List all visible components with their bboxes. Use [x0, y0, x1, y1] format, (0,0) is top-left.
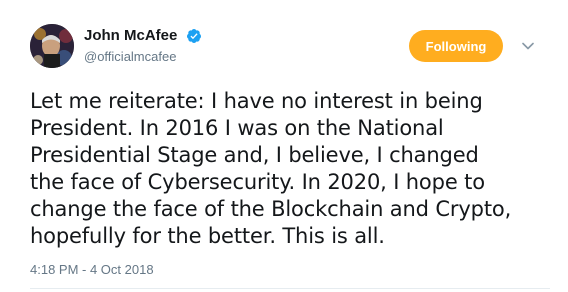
tweet-timestamp[interactable]: 4:18 PM - 4 Oct 2018	[30, 262, 154, 277]
tweet-text-line: the face of Cybersecurity. In 2020, I ho…	[30, 170, 485, 194]
tweet-text-line: change the face of the Blockchain and Cr…	[30, 197, 512, 221]
author-display-name[interactable]: John McAfee	[84, 27, 177, 44]
verified-badge-icon	[186, 28, 201, 43]
author-avatar[interactable]	[30, 24, 74, 68]
tweet-card: John McAfee @officialmcafee Following Le…	[0, 0, 568, 292]
chevron-down-icon[interactable]	[522, 42, 534, 50]
author-handle[interactable]: @officialmcafee	[84, 49, 202, 64]
tweet-text-line: Presidential Stage and, I believe, I cha…	[30, 143, 479, 167]
divider	[30, 288, 550, 289]
tweet-text: Let me reiterate: I have no interest in …	[30, 88, 550, 250]
following-button[interactable]: Following	[409, 30, 503, 62]
author-name-block: John McAfee @officialmcafee	[84, 27, 202, 64]
tweet-text-line: President. In 2016 I was on the National	[30, 116, 444, 140]
profile-photo-icon	[30, 24, 74, 68]
tweet-text-line: hopefully for the better. This is all.	[30, 224, 385, 248]
tweet-text-line: Let me reiterate: I have no interest in …	[30, 89, 483, 113]
